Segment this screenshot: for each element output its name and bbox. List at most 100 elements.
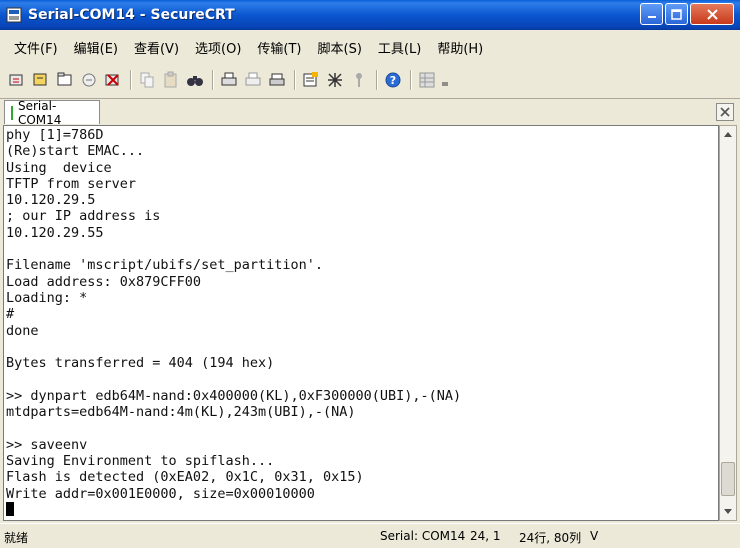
scroll-thumb[interactable] [721, 462, 735, 496]
disconnect-button[interactable] [102, 69, 124, 91]
global-options-icon [328, 73, 342, 87]
copy-button[interactable] [136, 69, 158, 91]
title-bar: Serial-COM14 - SecureCRT [0, 0, 740, 30]
toolbar: ? [0, 64, 740, 96]
menu-options[interactable]: 选项(O) [187, 38, 249, 57]
find-button[interactable] [184, 69, 206, 91]
terminal-line: # [6, 306, 15, 323]
chevron-up-icon [724, 132, 732, 137]
toolbar-separator [130, 70, 132, 90]
close-icon [706, 8, 718, 20]
vertical-scrollbar[interactable] [719, 125, 737, 521]
close-button[interactable] [690, 3, 734, 25]
terminal-line: Filename 'mscript/ubifs/set_partition'. [6, 257, 323, 274]
disconnect-icon [105, 74, 119, 86]
chevron-down-icon [442, 82, 448, 86]
terminal-line: TFTP from server [6, 175, 137, 192]
print-icon [221, 72, 237, 86]
status-ready: 就绪 [4, 531, 29, 545]
reconnect-icon [82, 73, 96, 87]
terminal-line: Using device [6, 159, 112, 176]
maximize-button[interactable] [665, 3, 688, 25]
toolbar-overflow-button[interactable] [440, 69, 450, 91]
terminal-line: Write addr=0x001E0000, size=0x00010000 [6, 485, 315, 502]
terminal-output[interactable]: phy [1]=786D (Re)start EMAC... Using devic… [3, 125, 719, 521]
copy-icon [140, 72, 154, 88]
quick-connect-icon [33, 73, 47, 86]
toolbar-separator [212, 70, 214, 90]
terminal-line: phy [1]=786D [6, 127, 104, 143]
terminal-line: >> saveenv [6, 436, 88, 453]
printer-setup-button[interactable] [266, 69, 288, 91]
help-icon: ? [385, 72, 401, 88]
terminal-line: Loading: * [6, 289, 88, 306]
menu-help[interactable]: 帮助(H) [429, 38, 491, 57]
key-icon [356, 73, 362, 87]
toolbar-separator [294, 70, 296, 90]
toolbar-separator [410, 70, 412, 90]
connect-icon [9, 74, 23, 86]
print-selection-icon [245, 72, 261, 86]
terminal-line: done [6, 322, 39, 339]
terminal-line: Flash is detected (0xEA02, 0x1C, 0x31, 0… [6, 469, 364, 486]
securecrt-app-icon[interactable] [6, 7, 22, 23]
menu-bar: 文件(F) 编辑(E) 查看(V) 选项(O) 传输(T) 脚本(S) 工具(L… [0, 34, 740, 60]
grid-icon [419, 72, 435, 88]
tab-serial-com14[interactable]: Serial-COM14 [4, 98, 100, 127]
terminal-line: Load address: 0x879CFF00 [6, 273, 202, 290]
menu-transfer[interactable]: 传输(T) [249, 38, 309, 57]
keymap-button[interactable] [348, 69, 370, 91]
session-tab-strip: Serial-COM14 [0, 98, 740, 127]
paste-button[interactable] [160, 69, 182, 91]
menu-tools[interactable]: 工具(L) [370, 38, 429, 57]
menu-file[interactable]: 文件(F) [6, 38, 66, 57]
close-tab-button[interactable] [716, 103, 734, 121]
maximize-icon [671, 8, 682, 20]
window-title: Serial-COM14 - SecureCRT [28, 7, 235, 23]
scroll-up-button[interactable] [720, 126, 736, 142]
button-bar-button[interactable] [416, 69, 438, 91]
status-bar: 就绪 Serial: COM14 24, 1 24行, 80列 V [0, 523, 740, 548]
chevron-down-icon [724, 509, 732, 514]
terminal-line: (Re)start EMAC... [6, 143, 145, 160]
session-options-icon [303, 72, 318, 87]
help-button[interactable]: ? [382, 69, 404, 91]
menu-script[interactable]: 脚本(S) [310, 38, 370, 57]
connect-button[interactable] [6, 69, 28, 91]
minimize-icon [647, 16, 656, 18]
terminal-prompt-line [6, 501, 716, 518]
binoculars-icon [187, 76, 203, 86]
scroll-down-button[interactable] [720, 504, 736, 520]
reconnect-button[interactable] [78, 69, 100, 91]
session-options-button[interactable] [300, 69, 322, 91]
menu-view[interactable]: 查看(V) [126, 38, 187, 57]
print-button[interactable] [218, 69, 240, 91]
global-options-button[interactable] [324, 69, 346, 91]
toolbar-separator [376, 70, 378, 90]
connected-status-icon [11, 105, 13, 120]
status-cursor-position: 24, 1 [470, 529, 501, 543]
tab-icon [57, 72, 72, 86]
terminal-line: 10.120.29.5 [6, 192, 96, 209]
status-terminal-size: 24行, 80列 [519, 531, 582, 545]
terminal-line: Saving Environment to spiflash... [6, 452, 275, 469]
close-icon [720, 107, 730, 117]
quick-connect-button[interactable] [30, 69, 52, 91]
terminal-line: ; our IP address is [6, 208, 161, 225]
minimize-button[interactable] [640, 3, 663, 25]
menu-edit[interactable]: 编辑(E) [66, 38, 126, 57]
printer-icon [269, 73, 285, 86]
print-selection-button[interactable] [242, 69, 264, 91]
paste-icon [164, 71, 177, 88]
terminal-line: >> dynpart edb64M-nand:0x400000(KL),0xF3… [6, 387, 462, 404]
tab-label: Serial-COM14 [17, 98, 62, 127]
text-cursor [6, 501, 14, 516]
terminal-line: 10.120.29.55 [6, 224, 104, 241]
terminal-line: Bytes transferred = 404 (194 hex) [6, 355, 275, 372]
connect-in-tab-button[interactable] [54, 69, 76, 91]
status-connection: Serial: COM14 [380, 529, 466, 543]
